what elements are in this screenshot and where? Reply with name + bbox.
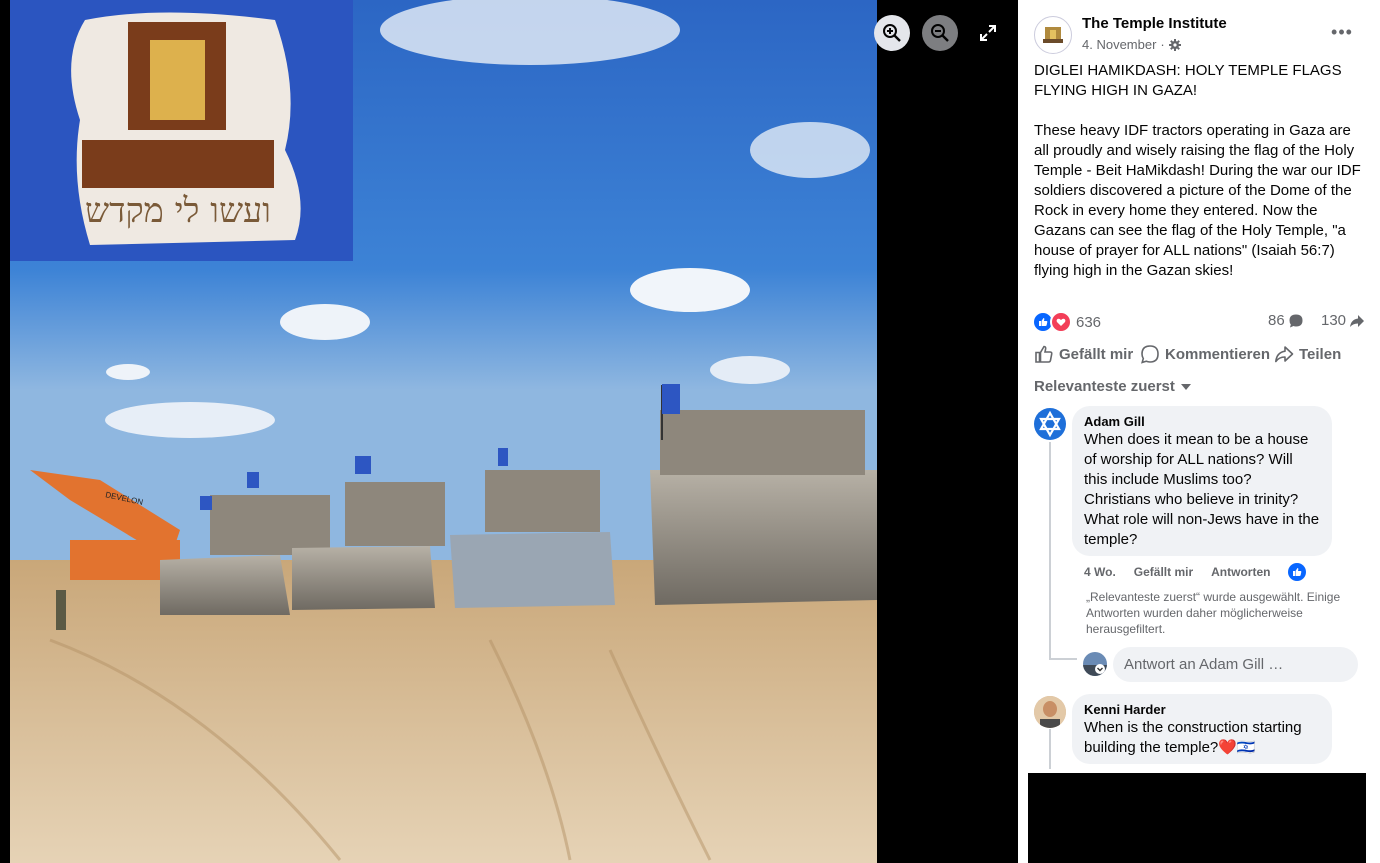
share-button[interactable]: Teilen <box>1274 343 1341 365</box>
like-label: Gefällt mir <box>1059 345 1134 363</box>
embedded-media-placeholder <box>1028 773 1366 863</box>
comment-actions: 4 Wo. Gefällt mir Antworten <box>1084 563 1307 581</box>
zoom-in-button[interactable] <box>874 15 910 51</box>
caret-down-icon <box>1180 383 1191 390</box>
love-reaction-icon <box>1050 311 1072 333</box>
post-side-panel: The Temple Institute 4. November · ••• D… <box>1018 0 1380 863</box>
comment-label: Kommentieren <box>1165 345 1271 363</box>
thumbs-up-icon <box>1035 345 1053 363</box>
post-date[interactable]: 4. November <box>1082 37 1156 52</box>
thread-line-branch <box>1049 658 1077 660</box>
thread-line <box>1049 442 1051 660</box>
share-icon <box>1275 346 1294 363</box>
comment-bubble-icon <box>1289 314 1303 327</box>
filter-notice: „Relevanteste zuerst“ wurde ausgewählt. … <box>1086 590 1341 636</box>
page-name-link[interactable]: The Temple Institute <box>1082 15 1227 32</box>
share-arrow-icon <box>1350 314 1365 327</box>
like-button[interactable]: Gefällt mir <box>1034 343 1133 365</box>
share-count-link[interactable]: 130 <box>1321 312 1365 329</box>
user-photo-icon <box>1083 652 1107 676</box>
post-meta: 4. November · <box>1082 37 1181 52</box>
comment-avatar[interactable] <box>1034 408 1066 440</box>
comment-like-reaction-icon <box>1288 563 1307 581</box>
post-body: These heavy IDF tractors operating in Ga… <box>1034 122 1361 279</box>
share-label: Teilen <box>1299 345 1342 363</box>
comment-sort-dropdown[interactable]: Relevanteste zuerst <box>1034 378 1191 395</box>
expand-icon <box>980 25 996 41</box>
comment-icon <box>1141 345 1159 364</box>
thread-line <box>1049 729 1051 769</box>
page-avatar[interactable] <box>1034 16 1072 54</box>
comment-text: When is the construction starting buildi… <box>1084 719 1302 756</box>
fullscreen-button[interactable] <box>970 15 1006 51</box>
scrollbar[interactable] <box>1376 0 1380 863</box>
person-photo-icon <box>1034 696 1066 728</box>
flag-inscription: ועשו לי מקדש <box>85 191 271 231</box>
photo-viewer: DEVELON ועשו לי מקדש <box>0 0 1018 863</box>
post-title: DIGLEI HAMIKDASH: HOLY TEMPLE FLAGS FLYI… <box>1034 62 1342 99</box>
comment-author[interactable]: Kenni Harder <box>1084 702 1320 718</box>
reply-input[interactable] <box>1113 647 1358 682</box>
comment-reply-button[interactable]: Antworten <box>1211 565 1270 579</box>
zoom-out-icon <box>931 24 949 42</box>
comment-like-button[interactable]: Gefällt mir <box>1134 565 1193 579</box>
zoom-in-icon <box>883 24 901 42</box>
post-photo[interactable]: DEVELON ועשו לי מקדש <box>10 0 877 863</box>
comment-text: When does it mean to be a house of worsh… <box>1084 431 1320 548</box>
comment-count-link[interactable]: 86 <box>1268 312 1304 329</box>
comment-avatar[interactable] <box>1034 696 1066 728</box>
zoom-out-button[interactable] <box>922 15 958 51</box>
reaction-summary[interactable]: 636 <box>1032 311 1101 333</box>
more-options-button[interactable]: ••• <box>1326 20 1358 44</box>
sort-label: Relevanteste zuerst <box>1034 378 1175 395</box>
current-user-avatar[interactable] <box>1083 652 1107 676</box>
comment-button[interactable]: Kommentieren <box>1140 343 1270 365</box>
comment-author[interactable]: Adam Gill <box>1084 414 1320 430</box>
star-of-david-icon <box>1039 410 1061 438</box>
comment-bubble: Kenni Harder When is the construction st… <box>1072 694 1332 764</box>
comment-time[interactable]: 4 Wo. <box>1084 565 1116 579</box>
reaction-count: 636 <box>1076 313 1102 331</box>
comment-count: 86 <box>1268 312 1285 329</box>
gear-icon <box>1168 38 1181 51</box>
comment-bubble: Adam Gill When does it mean to be a hous… <box>1072 406 1332 556</box>
temple-logo-icon <box>1043 27 1063 43</box>
share-count: 130 <box>1321 312 1347 329</box>
meta-separator: · <box>1160 37 1165 52</box>
